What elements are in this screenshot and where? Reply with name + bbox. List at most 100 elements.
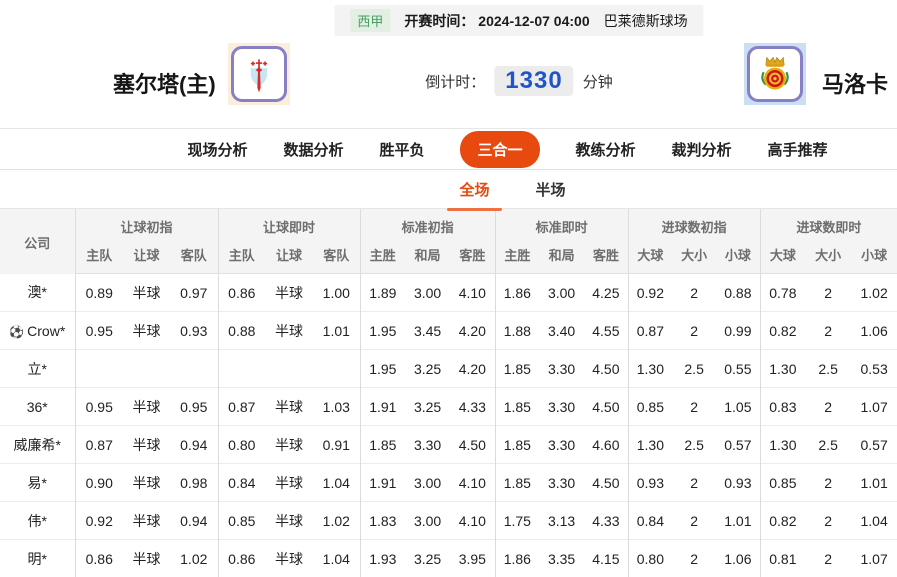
countdown-label: 倒计时： [425,71,485,92]
company-cell[interactable]: ⚽Crow* [0,312,75,350]
countdown-value: 1330 [494,66,573,96]
odds-cell: 0.80 [628,540,672,577]
odds-cell: 2 [672,388,716,426]
odds-cell: 0.82 [760,502,805,540]
odds-comparison-table: 公司让球初指让球即时标准初指标准即时进球数初指进球数即时主队让球客队主队让球客队… [0,209,897,577]
company-cell[interactable]: 伟* [0,502,75,540]
odds-cell: 1.05 [716,388,760,426]
odds-cell: 2 [672,464,716,502]
odds-cell: 2 [672,274,716,312]
odds-cell: 0.94 [170,502,218,540]
odds-cell: 0.85 [628,388,672,426]
tab-win-draw-lose[interactable]: 胜平负 [379,139,424,160]
odds-group-header: 标准初指 [360,209,495,240]
odds-cell: 0.93 [170,312,218,350]
odds-cell: 半球 [123,464,170,502]
odds-cell: 1.00 [313,274,360,312]
odds-cell: 半球 [123,388,170,426]
tab-referee-analysis[interactable]: 裁判分析 [672,139,732,160]
odds-subcolumn-header: 主胜 [495,240,539,274]
odds-cell: 半球 [123,312,170,350]
odds-cell: 1.91 [360,464,405,502]
odds-subcolumn-header: 大球 [760,240,805,274]
odds-cell: 0.89 [75,274,123,312]
odds-cell: 0.97 [170,274,218,312]
odds-cell: 0.93 [628,464,672,502]
countdown-unit: 分钟 [583,71,613,92]
odds-cell: 1.04 [313,464,360,502]
odds-cell: 1.02 [313,502,360,540]
company-column-header: 公司 [0,209,75,274]
odds-cell: 1.01 [313,312,360,350]
odds-cell: 0.57 [716,426,760,464]
odds-subcolumn-header: 大球 [628,240,672,274]
odds-row: 澳*0.89半球0.970.86半球1.001.893.004.101.863.… [0,274,897,312]
match-header: 西甲 开赛时间： 2024-12-07 04:00 巴莱德斯球场 塞尔塔(主) … [0,0,897,129]
company-cell[interactable]: 易* [0,464,75,502]
odds-row: 36*0.95半球0.950.87半球1.031.913.254.331.853… [0,388,897,426]
odds-cell: 3.30 [405,426,450,464]
odds-cell: 4.20 [450,350,495,388]
celta-crest-icon [231,46,287,102]
odds-group-header: 让球初指 [75,209,218,240]
odds-cell: 4.10 [450,464,495,502]
league-badge[interactable]: 西甲 [350,9,390,32]
odds-group-header: 标准即时 [495,209,628,240]
company-cell[interactable]: 威廉希* [0,426,75,464]
odds-cell: 4.10 [450,274,495,312]
tab-half-match[interactable]: 半场 [536,179,566,200]
odds-row: ⚽Crow*0.95半球0.930.88半球1.011.953.454.201.… [0,312,897,350]
period-tab-bar: 全场 半场 [0,170,897,209]
odds-cell: 1.91 [360,388,405,426]
odds-cell: 半球 [123,540,170,577]
company-cell[interactable]: 立* [0,350,75,388]
odds-cell [123,350,170,388]
odds-cell: 3.30 [539,350,584,388]
tab-expert-picks[interactable]: 高手推荐 [768,139,828,160]
odds-cell: 1.89 [360,274,405,312]
odds-row: 伟*0.92半球0.940.85半球1.021.833.004.101.753.… [0,502,897,540]
odds-cell: 2 [672,540,716,577]
odds-cell: 3.25 [405,350,450,388]
odds-cell: 0.83 [760,388,805,426]
company-cell[interactable]: 明* [0,540,75,577]
odds-cell: 1.75 [495,502,539,540]
odds-cell: 0.85 [760,464,805,502]
odds-cell: 2 [805,388,851,426]
odds-cell: 0.88 [218,312,265,350]
odds-cell: 0.92 [628,274,672,312]
odds-cell: 1.30 [628,426,672,464]
odds-cell: 1.02 [851,274,897,312]
tab-live-analysis[interactable]: 现场分析 [187,139,247,160]
odds-cell: 4.50 [584,388,628,426]
odds-cell: 0.86 [75,540,123,577]
odds-subcolumn-header: 和局 [539,240,584,274]
company-cell[interactable]: 澳* [0,274,75,312]
odds-cell: 1.07 [851,540,897,577]
odds-cell: 0.94 [170,426,218,464]
odds-cell: 3.25 [405,388,450,426]
odds-cell [75,350,123,388]
tab-full-match[interactable]: 全场 [459,179,489,200]
odds-row: 威廉希*0.87半球0.940.80半球0.911.853.304.501.85… [0,426,897,464]
odds-cell: 1.85 [495,426,539,464]
venue-name: 巴莱德斯球场 [604,11,688,31]
company-cell[interactable]: 36* [0,388,75,426]
odds-cell: 0.99 [716,312,760,350]
odds-cell: 2 [805,464,851,502]
odds-cell: 0.98 [170,464,218,502]
odds-cell: 0.55 [716,350,760,388]
odds-cell [313,350,360,388]
odds-row: 立*1.953.254.201.853.304.501.302.50.551.3… [0,350,897,388]
tab-data-analysis[interactable]: 数据分析 [283,139,343,160]
odds-subcolumn-header: 大小 [805,240,851,274]
odds-cell [170,350,218,388]
odds-cell: 1.86 [495,274,539,312]
tab-coach-analysis[interactable]: 教练分析 [576,139,636,160]
odds-cell: 1.03 [313,388,360,426]
odds-cell: 0.82 [760,312,805,350]
tab-three-in-one[interactable]: 三合一 [460,131,539,168]
odds-subcolumn-header: 客队 [170,240,218,274]
odds-subcolumn-header: 让球 [265,240,313,274]
odds-cell: 1.06 [716,540,760,577]
